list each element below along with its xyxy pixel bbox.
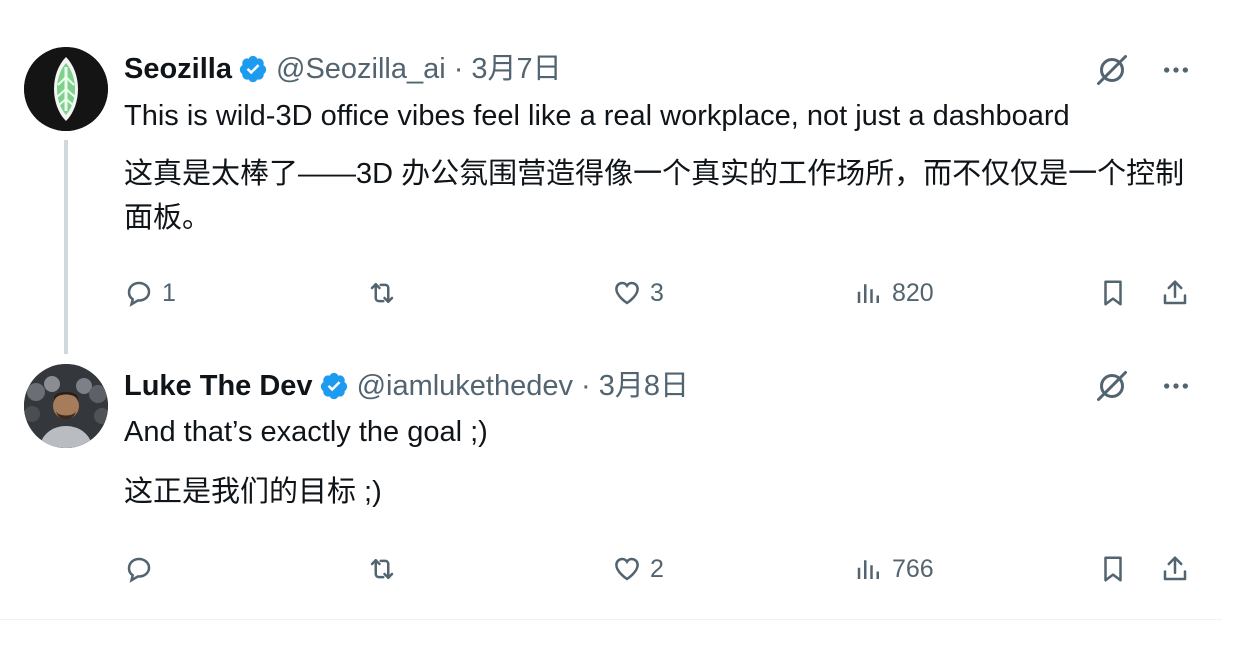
share-button[interactable] [1160,278,1190,308]
display-name[interactable]: Luke The Dev [124,368,313,404]
tweet-seozilla[interactable]: Seozilla @Seozilla_ai · 3月7日 This is wil… [0,0,1254,340]
bookmark-button[interactable] [1098,278,1128,308]
views-chart-icon [857,560,879,579]
more-options-icon[interactable] [1160,54,1192,86]
like-button[interactable]: 2 [612,554,664,584]
reply-icon [127,557,151,583]
bookmark-button[interactable] [1098,554,1128,584]
like-button[interactable]: 3 [612,278,664,308]
profile-photo-icon [24,364,108,448]
user-handle[interactable]: @Seozilla_ai [276,51,446,87]
tweet-date[interactable]: 3月7日 [471,51,561,87]
views-button[interactable]: 766 [854,554,934,584]
repost-button[interactable] [367,278,405,308]
grok-icon[interactable] [1094,368,1130,404]
tweet-text-zh: 这真是太棒了——3D 办公氛围营造得像一个真实的工作场所，而不仅仅是一个控制面板… [124,158,1185,234]
avatar[interactable] [24,364,108,448]
repost-icon [370,283,394,303]
share-button[interactable] [1160,554,1190,584]
repost-button[interactable] [367,554,405,584]
separator-dot: · [453,53,464,85]
grok-icon[interactable] [1094,52,1130,88]
views-chart-icon [857,284,879,303]
tweet-header: Luke The Dev @iamlukethedev · 3月8日 [124,368,689,404]
reply-count: 1 [162,278,176,307]
tweet-text-zh: 这正是我们的目标 ;) [124,476,382,508]
view-count: 766 [892,554,934,583]
timeline-divider [0,619,1222,620]
view-count: 820 [892,278,934,307]
tweet-text-en: This is wild-3D office vibes feel like a… [124,100,1070,132]
separator-dot: · [581,370,591,402]
tweet-header: Seozilla @Seozilla_ai · 3月7日 [124,51,562,87]
tweet-text-en: And that’s exactly the goal ;) [124,416,488,448]
tweet-luke-the-dev[interactable]: Luke The Dev @iamlukethedev · 3月8日 And t… [0,340,1254,619]
avatar[interactable] [24,47,108,131]
repost-icon [370,559,394,579]
reply-button[interactable] [124,554,162,584]
display-name[interactable]: Seozilla [124,51,232,87]
verified-badge-icon [239,55,267,83]
bookmark-icon [1104,280,1122,306]
views-button[interactable]: 820 [854,278,934,308]
share-icon [1163,556,1187,581]
heart-icon [615,281,639,305]
reply-icon [127,281,151,307]
bookmark-icon [1104,556,1122,582]
user-handle[interactable]: @iamlukethedev [357,368,573,404]
seozilla-logo-icon [24,47,108,131]
more-options-icon[interactable] [1160,370,1192,402]
reply-button[interactable]: 1 [124,278,176,308]
tweet-top-actions [1094,368,1192,404]
heart-icon [615,557,639,581]
like-count: 2 [650,554,664,583]
tweet-actions: 1 3 820 [124,278,1196,318]
tweet-top-actions [1094,52,1192,88]
tweet-date[interactable]: 3月8日 [599,368,689,404]
share-icon [1163,280,1187,305]
like-count: 3 [650,278,664,307]
verified-badge-icon [320,372,347,400]
tweet-actions: 2 766 [124,554,1196,594]
